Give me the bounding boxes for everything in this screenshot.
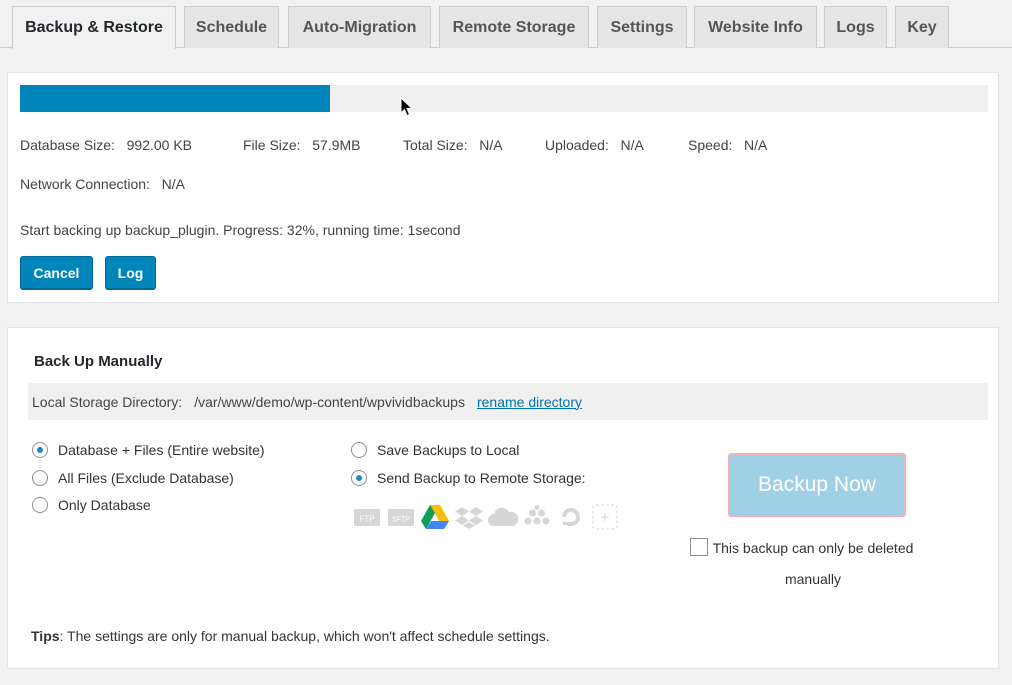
tab-auto-migration[interactable]: Auto-Migration bbox=[288, 6, 431, 48]
radio-button[interactable] bbox=[351, 470, 367, 486]
tips-body: : The settings are only for manual backu… bbox=[59, 628, 550, 644]
tips-label: Tips bbox=[31, 628, 60, 644]
option-save-local[interactable]: Save Backups to Local bbox=[351, 442, 519, 458]
radio-button[interactable] bbox=[351, 442, 367, 458]
svg-text:SFTP: SFTP bbox=[392, 517, 410, 524]
tab-label: Backup & Restore bbox=[25, 19, 163, 36]
total-size-value: N/A bbox=[479, 137, 503, 153]
progress-bar bbox=[20, 85, 988, 112]
onedrive-icon[interactable] bbox=[488, 504, 518, 530]
option-label: Send Backup to Remote Storage: bbox=[377, 470, 586, 486]
option-label: Database + Files (Entire website) bbox=[58, 442, 265, 458]
radio-button[interactable] bbox=[32, 470, 48, 486]
delete-manually-checkbox[interactable] bbox=[690, 538, 708, 556]
tab-label: Key bbox=[907, 18, 937, 36]
svg-text:+: + bbox=[600, 510, 609, 527]
amazon-s3-icon[interactable] bbox=[522, 504, 552, 530]
tab-remote-storage[interactable]: Remote Storage bbox=[439, 6, 589, 48]
tab-website-info[interactable]: Website Info bbox=[694, 6, 817, 48]
tab-label: Settings bbox=[610, 18, 674, 36]
dropbox-icon[interactable] bbox=[454, 504, 484, 530]
radio-button[interactable] bbox=[32, 497, 48, 513]
tab-label: Remote Storage bbox=[452, 18, 576, 36]
tab-backup-restore[interactable]: Backup & Restore bbox=[12, 6, 176, 49]
mouse-cursor-icon bbox=[400, 97, 414, 117]
file-size-value: 57.9MB bbox=[312, 137, 361, 153]
log-button[interactable]: Log bbox=[105, 256, 156, 289]
uploaded-value: N/A bbox=[620, 137, 644, 153]
speed-value: N/A bbox=[744, 137, 768, 153]
option-label: Only Database bbox=[58, 497, 151, 513]
tab-logs[interactable]: Logs bbox=[824, 6, 887, 48]
sftp-icon[interactable]: SFTP bbox=[386, 504, 416, 530]
option-only-database[interactable]: Only Database bbox=[32, 497, 151, 513]
tab-settings[interactable]: Settings bbox=[597, 6, 687, 48]
digitalocean-icon[interactable] bbox=[556, 504, 586, 530]
network-connection: Network Connection: N/A bbox=[20, 176, 185, 192]
option-database-files[interactable]: Database + Files (Entire website) bbox=[32, 442, 265, 458]
speed: Speed: N/A bbox=[688, 137, 768, 153]
delete-manually-label: This backup can only be deleted manually bbox=[712, 540, 914, 587]
backup-progress-panel: Database Size: 992.00 KB File Size: 57.9… bbox=[7, 72, 999, 303]
backup-now-button[interactable]: Backup Now bbox=[728, 453, 906, 517]
tab-label: Website Info bbox=[708, 18, 803, 36]
storage-directory-label: Local Storage Directory: bbox=[32, 393, 183, 410]
option-all-files[interactable]: All Files (Exclude Database) bbox=[32, 470, 234, 486]
backup-manually-panel: Back Up Manually Local Storage Directory… bbox=[7, 327, 999, 669]
network-connection-value: N/A bbox=[161, 176, 185, 192]
tab-label: Logs bbox=[836, 18, 875, 36]
ftp-icon[interactable]: FTP bbox=[352, 504, 382, 530]
database-size: Database Size: 992.00 KB bbox=[20, 137, 193, 153]
cancel-button[interactable]: Cancel bbox=[20, 256, 93, 289]
tab-key[interactable]: Key bbox=[895, 6, 949, 48]
option-label: All Files (Exclude Database) bbox=[58, 470, 234, 486]
svg-text:FTP: FTP bbox=[359, 515, 374, 524]
remote-storage-icons: FTP SFTP + bbox=[352, 504, 620, 530]
tab-label: Auto-Migration bbox=[302, 18, 417, 36]
database-size-value: 992.00 KB bbox=[126, 137, 193, 153]
tab-bar: Backup & Restore Schedule Auto-Migration… bbox=[0, 0, 1012, 49]
section-title: Back Up Manually bbox=[34, 353, 163, 370]
option-label: Save Backups to Local bbox=[377, 442, 520, 458]
tab-schedule[interactable]: Schedule bbox=[184, 6, 279, 48]
tips-text: Tips: The settings are only for manual b… bbox=[31, 628, 550, 644]
storage-directory-path: /var/www/demo/wp-content/wpvividbackups bbox=[194, 393, 465, 410]
uploaded: Uploaded: N/A bbox=[545, 137, 644, 153]
option-send-remote[interactable]: Send Backup to Remote Storage: bbox=[351, 470, 586, 486]
rename-directory-link[interactable]: rename directory bbox=[477, 394, 582, 410]
backup-status-text: Start backing up backup_plugin. Progress… bbox=[20, 222, 461, 238]
add-storage-icon[interactable]: + bbox=[590, 504, 620, 530]
progress-bar-fill bbox=[20, 85, 330, 112]
file-size: File Size: 57.9MB bbox=[243, 137, 361, 153]
tab-label: Schedule bbox=[195, 18, 268, 36]
radio-button[interactable] bbox=[32, 442, 48, 458]
local-storage-directory: Local Storage Directory: /var/www/demo/w… bbox=[28, 383, 988, 420]
google-drive-icon[interactable] bbox=[420, 504, 450, 530]
total-size: Total Size: N/A bbox=[403, 137, 503, 153]
